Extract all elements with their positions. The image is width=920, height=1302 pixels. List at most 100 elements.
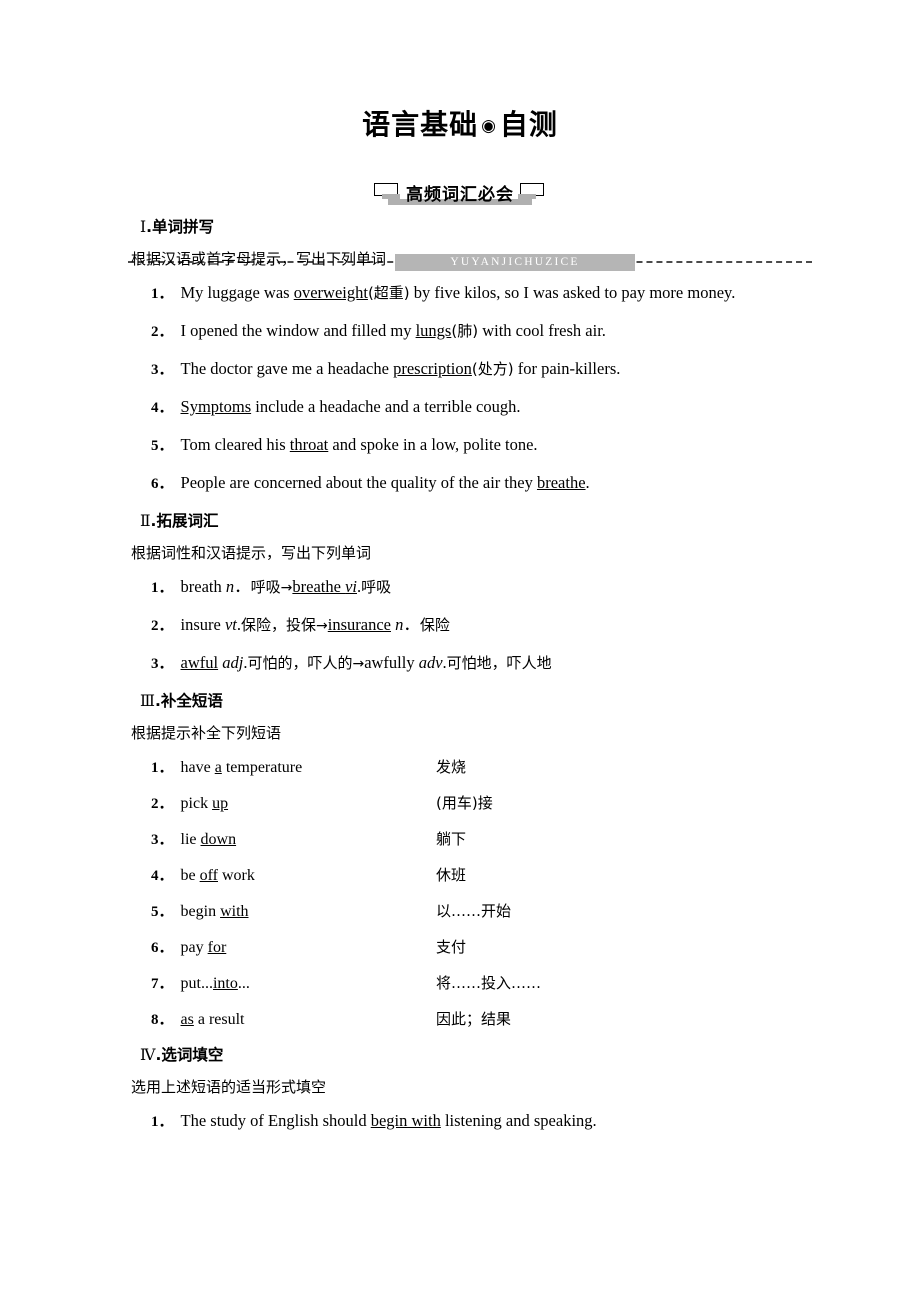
exercise-item: 2． I opened the window and filled my lung…: [131, 320, 831, 343]
phrase-number: 6．: [151, 940, 174, 956]
item-text: The doctor gave me a headache: [180, 359, 394, 378]
phrase-row: 7． put...into... 将……投入……: [151, 972, 831, 995]
item-text: 可怕的，吓人的: [247, 654, 353, 672]
section-heading: Ⅱ.拓展词汇: [140, 510, 831, 533]
item-text: for pain-killers.: [513, 359, 621, 378]
answer-blank: a: [214, 759, 222, 776]
phrase-suffix: ...: [237, 975, 250, 992]
phrase-english: 7． put...into...: [151, 972, 250, 996]
phrase-chinese: 以……开始: [436, 902, 512, 920]
phrase-chinese: 躺下: [436, 830, 467, 848]
phrase-english: 4． be off work: [151, 864, 255, 888]
answer-blank: overweight: [293, 283, 368, 302]
section-instruction: 根据词性和汉语提示，写出下列单词: [131, 544, 372, 562]
phrase-row: 8． as a result 因此；结果: [151, 1008, 831, 1031]
phrase-number: 2．: [151, 796, 174, 812]
section-instruction: 选用上述短语的适当形式填空: [131, 1078, 327, 1096]
phrase-number: 5．: [151, 904, 174, 920]
section-numeral: Ⅳ: [140, 1047, 156, 1064]
bracket-right-icon: [518, 183, 546, 199]
item-text: listening and speaking.: [440, 1111, 597, 1130]
phrase-number: 3．: [151, 832, 174, 848]
item-number: 2．: [151, 618, 174, 634]
phrase-chinese: 因此；结果: [436, 1010, 512, 1028]
subsection-banner-inner: 高频词汇必会: [374, 180, 546, 205]
item-text: 可怕地，吓人地: [446, 654, 552, 672]
section-instruction: 根据提示补全下列短语: [131, 724, 282, 742]
section-heading: Ⅲ.补全短语: [140, 690, 831, 713]
exercise-item: 4． Symptoms include a headache and a terr…: [131, 396, 831, 419]
phrase-prefix: begin: [180, 903, 221, 920]
item-text: vt: [224, 615, 237, 634]
item-text: adv: [418, 653, 443, 672]
phrase-suffix: work: [218, 867, 255, 884]
item-text: .: [585, 473, 590, 492]
section-instruction: 根据汉语或首字母提示，写出下列单词: [131, 250, 387, 268]
item-text: and spoke in a low, polite tone.: [328, 435, 538, 454]
subsection-banner-label: 高频词汇必会: [406, 185, 514, 205]
phrase-suffix: temperature: [221, 759, 303, 776]
phrase-chinese: 休班: [436, 866, 467, 884]
item-number: 3．: [151, 362, 174, 378]
phrase-row: 6． pay for 支付: [151, 936, 831, 959]
item-text: ．: [234, 577, 251, 596]
exercise-item: 3． awful adj.可怕的，吓人的→awfully adv.可怕地，吓人地: [131, 652, 831, 675]
item-text: by five kilos, so I was asked to pay mor…: [409, 283, 736, 302]
phrase-number: 4．: [151, 868, 174, 884]
item-number: 1．: [151, 286, 174, 302]
phrase-english: 6． pay for: [151, 936, 226, 960]
answer-blank: vi: [345, 577, 357, 596]
phrase-suffix: a result: [193, 1011, 245, 1028]
item-text: 呼吸: [250, 578, 281, 596]
item-text: ．: [403, 615, 420, 634]
page-title-left: 语言基础: [362, 108, 479, 141]
phrase-english: 8． as a result: [151, 1008, 245, 1032]
answer-blank: throat: [289, 435, 329, 454]
phrase-number: 1．: [151, 760, 174, 776]
section-heading: Ⅰ.单词拼写: [140, 216, 831, 239]
answer-blank: up: [212, 795, 229, 812]
answer-blank: Symptoms: [180, 397, 252, 416]
answer-blank: breathe: [292, 577, 346, 596]
item-text: (处方): [471, 360, 514, 378]
phrase-row: 5． begin with 以……开始: [151, 900, 831, 923]
section-heading-label: 补全短语: [160, 692, 223, 710]
phrase-row: 4． be off work 休班: [151, 864, 831, 887]
item-text: awfully: [364, 653, 419, 672]
item-text: n: [225, 577, 235, 596]
phrase-number: 8．: [151, 1012, 174, 1028]
item-text: →: [352, 656, 365, 672]
phrase-chinese: 将……投入……: [436, 974, 542, 992]
answer-blank: for: [207, 939, 227, 956]
phrase-prefix: pay: [180, 939, 208, 956]
section-numeral: Ⅱ: [140, 513, 151, 530]
subsection-banner: 高频词汇必会: [0, 180, 920, 210]
bracket-left-icon: [374, 183, 400, 199]
exercise-item: 1． My luggage was overweight(超重) by five …: [131, 282, 831, 305]
item-text: 保险: [419, 616, 450, 634]
phrase-english: 2． pick up: [151, 792, 228, 816]
phrase-prefix: pick: [180, 795, 213, 812]
answer-blank: lungs: [415, 321, 452, 340]
section-heading-label: 拓展词汇: [156, 512, 219, 530]
item-text: →: [280, 580, 293, 596]
phrase-number: 7．: [151, 976, 174, 992]
answer-blank: begin with: [370, 1111, 441, 1130]
item-text: The study of English should: [180, 1111, 371, 1130]
phrase-english: 3． lie down: [151, 828, 236, 852]
title-separator-icon: ◉: [481, 116, 497, 136]
phrase-prefix: be: [180, 867, 200, 884]
answer-blank: with: [220, 903, 249, 920]
exercise-item: 6． People are concerned about the quality…: [131, 472, 831, 495]
phrase-prefix: put...: [180, 975, 213, 992]
phrase-prefix: have: [180, 759, 215, 776]
page-banner: 语言基础 ◉ 自测 YUYANJICHUZICE: [0, 106, 920, 271]
phrase-row: 3． lie down 躺下: [151, 828, 831, 851]
item-text: with cool fresh air.: [478, 321, 606, 340]
answer-blank: down: [200, 831, 237, 848]
section-numeral: Ⅲ: [140, 693, 155, 710]
item-number: 4．: [151, 400, 174, 416]
item-text: breath: [180, 577, 226, 596]
item-text: adj: [222, 653, 244, 672]
item-number: 3．: [151, 656, 174, 672]
